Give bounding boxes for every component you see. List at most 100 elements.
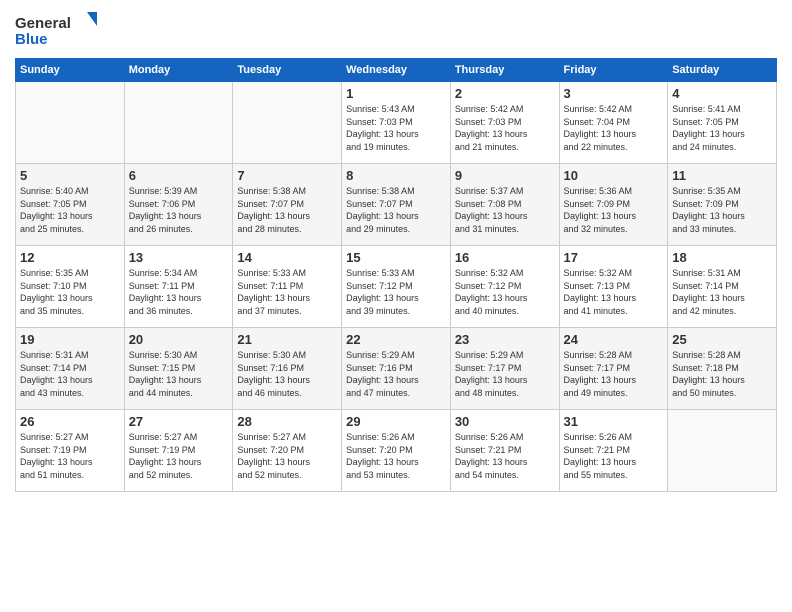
calendar-cell: 20Sunrise: 5:30 AM Sunset: 7:15 PM Dayli…: [124, 328, 233, 410]
day-info: Sunrise: 5:33 AM Sunset: 7:12 PM Dayligh…: [346, 267, 446, 317]
calendar-cell: 19 Sunrise: 5:31 AM Sunset: 7:14 PM Dayli…: [16, 328, 125, 410]
calendar-cell: [124, 82, 233, 164]
day-number: 6: [129, 168, 229, 183]
day-number: 4: [672, 86, 772, 101]
week-row-4: 19 Sunrise: 5:31 AM Sunset: 7:14 PM Dayli…: [16, 328, 777, 410]
day-info: Sunrise: 5:29 AM Sunset: 7:17 PM Dayligh…: [455, 349, 555, 399]
calendar-cell: 31 Sunrise: 5:26 AM Sunset: 7:21 PM Dayli…: [559, 410, 668, 492]
day-number: 12: [20, 250, 120, 265]
day-info: Sunrise: 5:39 AM Sunset: 7:06 PM Dayligh…: [129, 185, 229, 235]
day-number: 25: [672, 332, 772, 347]
calendar-cell: 14 Sunrise: 5:33 AM Sunset: 7:11 PM Dayli…: [233, 246, 342, 328]
calendar-cell: 10Sunrise: 5:36 AM Sunset: 7:09 PM Dayli…: [559, 164, 668, 246]
day-info: Sunrise: 5:42 AM Sunset: 7:04 PM Dayligh…: [564, 103, 664, 153]
svg-text:General: General: [15, 15, 71, 32]
day-number: 23: [455, 332, 555, 347]
day-info: Sunrise: 5:41 AM Sunset: 7:05 PM Dayligh…: [672, 103, 772, 153]
calendar-cell: 16 Sunrise: 5:32 AM Sunset: 7:12 PM Dayli…: [450, 246, 559, 328]
day-number: 15: [346, 250, 446, 265]
day-number: 5: [20, 168, 120, 183]
day-info: Sunrise: 5:38 AM Sunset: 7:07 PM Dayligh…: [237, 185, 337, 235]
calendar-cell: 12 Sunrise: 5:35 AM Sunset: 7:10 PM Dayli…: [16, 246, 125, 328]
header-row: SundayMondayTuesdayWednesdayThursdayFrid…: [16, 59, 777, 82]
day-number: 24: [564, 332, 664, 347]
day-info: Sunrise: 5:29 AM Sunset: 7:16 PM Dayligh…: [346, 349, 446, 399]
svg-text:Blue: Blue: [15, 31, 48, 48]
day-number: 14: [237, 250, 337, 265]
day-number: 22: [346, 332, 446, 347]
col-header-friday: Friday: [559, 59, 668, 82]
logo: GeneralBlue: [15, 10, 105, 50]
week-row-2: 5 Sunrise: 5:40 AM Sunset: 7:05 PM Daylig…: [16, 164, 777, 246]
day-number: 29: [346, 414, 446, 429]
calendar-cell: 17Sunrise: 5:32 AM Sunset: 7:13 PM Dayli…: [559, 246, 668, 328]
day-number: 10: [564, 168, 664, 183]
day-number: 9: [455, 168, 555, 183]
calendar-cell: 21 Sunrise: 5:30 AM Sunset: 7:16 PM Dayli…: [233, 328, 342, 410]
col-header-thursday: Thursday: [450, 59, 559, 82]
day-number: 19: [20, 332, 120, 347]
calendar-cell: 2 Sunrise: 5:42 AM Sunset: 7:03 PM Daylig…: [450, 82, 559, 164]
day-info: Sunrise: 5:28 AM Sunset: 7:18 PM Dayligh…: [672, 349, 772, 399]
day-number: 28: [237, 414, 337, 429]
day-number: 18: [672, 250, 772, 265]
day-info: Sunrise: 5:31 AM Sunset: 7:14 PM Dayligh…: [672, 267, 772, 317]
day-info: Sunrise: 5:31 AM Sunset: 7:14 PM Dayligh…: [20, 349, 120, 399]
day-number: 16: [455, 250, 555, 265]
calendar-cell: [668, 410, 777, 492]
calendar-cell: 28 Sunrise: 5:27 AM Sunset: 7:20 PM Dayli…: [233, 410, 342, 492]
header: GeneralBlue: [15, 10, 777, 50]
col-header-monday: Monday: [124, 59, 233, 82]
col-header-tuesday: Tuesday: [233, 59, 342, 82]
calendar-cell: 13Sunrise: 5:34 AM Sunset: 7:11 PM Dayli…: [124, 246, 233, 328]
calendar-cell: 23 Sunrise: 5:29 AM Sunset: 7:17 PM Dayli…: [450, 328, 559, 410]
calendar-cell: 9 Sunrise: 5:37 AM Sunset: 7:08 PM Daylig…: [450, 164, 559, 246]
day-info: Sunrise: 5:32 AM Sunset: 7:12 PM Dayligh…: [455, 267, 555, 317]
day-info: Sunrise: 5:30 AM Sunset: 7:16 PM Dayligh…: [237, 349, 337, 399]
calendar-cell: 4 Sunrise: 5:41 AM Sunset: 7:05 PM Daylig…: [668, 82, 777, 164]
calendar-cell: [233, 82, 342, 164]
calendar-cell: 24 Sunrise: 5:28 AM Sunset: 7:17 PM Dayli…: [559, 328, 668, 410]
calendar-cell: 18 Sunrise: 5:31 AM Sunset: 7:14 PM Dayli…: [668, 246, 777, 328]
day-number: 30: [455, 414, 555, 429]
day-number: 3: [564, 86, 664, 101]
day-info: Sunrise: 5:27 AM Sunset: 7:19 PM Dayligh…: [20, 431, 120, 481]
week-row-3: 12 Sunrise: 5:35 AM Sunset: 7:10 PM Dayli…: [16, 246, 777, 328]
week-row-5: 26Sunrise: 5:27 AM Sunset: 7:19 PM Dayli…: [16, 410, 777, 492]
calendar-cell: 8Sunrise: 5:38 AM Sunset: 7:07 PM Daylig…: [342, 164, 451, 246]
day-info: Sunrise: 5:26 AM Sunset: 7:20 PM Dayligh…: [346, 431, 446, 481]
calendar-cell: 27 Sunrise: 5:27 AM Sunset: 7:19 PM Dayli…: [124, 410, 233, 492]
day-number: 7: [237, 168, 337, 183]
day-info: Sunrise: 5:27 AM Sunset: 7:19 PM Dayligh…: [129, 431, 229, 481]
day-number: 27: [129, 414, 229, 429]
calendar-cell: 5 Sunrise: 5:40 AM Sunset: 7:05 PM Daylig…: [16, 164, 125, 246]
calendar-cell: 29 Sunrise: 5:26 AM Sunset: 7:20 PM Dayli…: [342, 410, 451, 492]
calendar-table: SundayMondayTuesdayWednesdayThursdayFrid…: [15, 58, 777, 492]
calendar-cell: 3 Sunrise: 5:42 AM Sunset: 7:04 PM Daylig…: [559, 82, 668, 164]
day-info: Sunrise: 5:28 AM Sunset: 7:17 PM Dayligh…: [564, 349, 664, 399]
day-number: 21: [237, 332, 337, 347]
calendar-cell: 30 Sunrise: 5:26 AM Sunset: 7:21 PM Dayli…: [450, 410, 559, 492]
calendar-cell: 11 Sunrise: 5:35 AM Sunset: 7:09 PM Dayli…: [668, 164, 777, 246]
day-info: Sunrise: 5:35 AM Sunset: 7:09 PM Dayligh…: [672, 185, 772, 235]
day-info: Sunrise: 5:27 AM Sunset: 7:20 PM Dayligh…: [237, 431, 337, 481]
day-info: Sunrise: 5:37 AM Sunset: 7:08 PM Dayligh…: [455, 185, 555, 235]
col-header-sunday: Sunday: [16, 59, 125, 82]
day-info: Sunrise: 5:26 AM Sunset: 7:21 PM Dayligh…: [455, 431, 555, 481]
day-number: 11: [672, 168, 772, 183]
day-number: 2: [455, 86, 555, 101]
page-container: GeneralBlue SundayMondayTuesdayWednesday…: [0, 0, 792, 502]
day-info: Sunrise: 5:38 AM Sunset: 7:07 PM Dayligh…: [346, 185, 446, 235]
calendar-cell: 15 Sunrise: 5:33 AM Sunset: 7:12 PM Dayli…: [342, 246, 451, 328]
day-info: Sunrise: 5:35 AM Sunset: 7:10 PM Dayligh…: [20, 267, 120, 317]
day-info: Sunrise: 5:42 AM Sunset: 7:03 PM Dayligh…: [455, 103, 555, 153]
day-number: 17: [564, 250, 664, 265]
calendar-cell: 6 Sunrise: 5:39 AM Sunset: 7:06 PM Daylig…: [124, 164, 233, 246]
day-number: 31: [564, 414, 664, 429]
calendar-cell: 7 Sunrise: 5:38 AM Sunset: 7:07 PM Daylig…: [233, 164, 342, 246]
day-info: Sunrise: 5:26 AM Sunset: 7:21 PM Dayligh…: [564, 431, 664, 481]
col-header-saturday: Saturday: [668, 59, 777, 82]
day-info: Sunrise: 5:33 AM Sunset: 7:11 PM Dayligh…: [237, 267, 337, 317]
day-info: Sunrise: 5:40 AM Sunset: 7:05 PM Dayligh…: [20, 185, 120, 235]
day-number: 13: [129, 250, 229, 265]
